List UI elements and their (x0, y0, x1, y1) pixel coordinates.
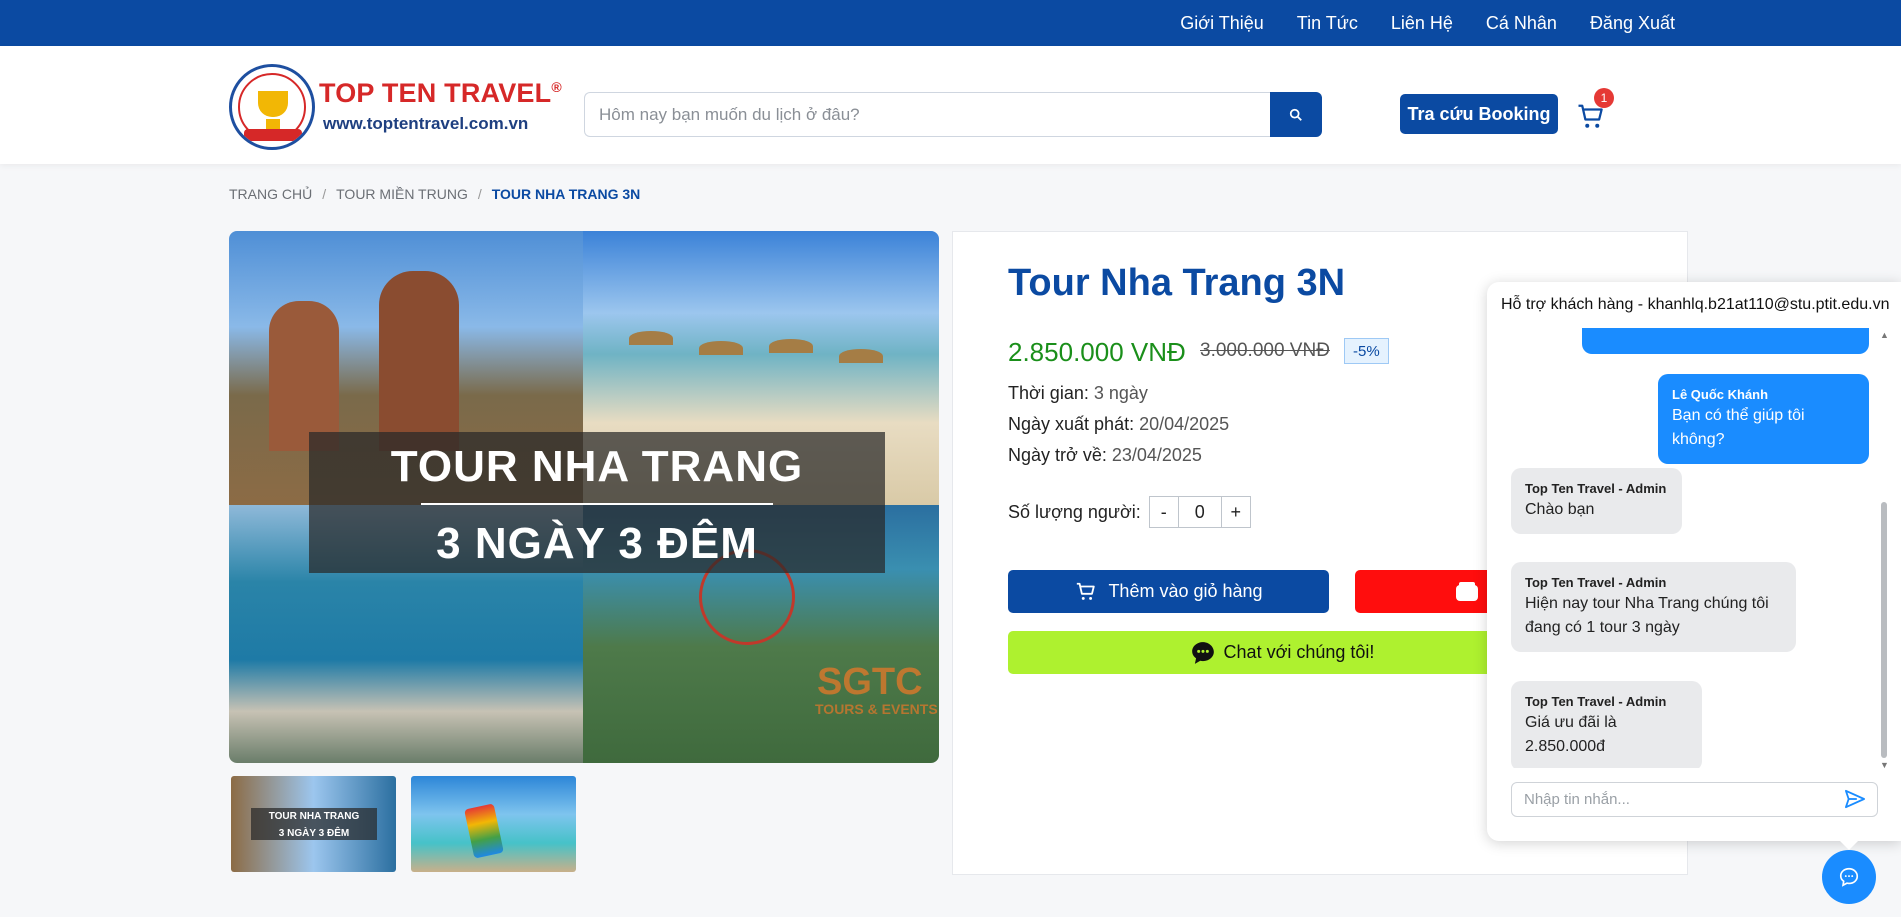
cart-icon (1077, 582, 1096, 600)
banner-subtitle: 3 NGÀY 3 ĐÊM (436, 519, 758, 568)
scroll-up-arrow[interactable]: ▲ (1880, 330, 1889, 340)
search-input[interactable] (584, 92, 1270, 137)
chat-panel-pointer (1840, 841, 1858, 850)
top-nav-links: Giới Thiệu Tin Tức Liên Hệ Cá Nhân Đăng … (1180, 0, 1675, 46)
search-button[interactable] (1270, 92, 1322, 137)
quantity-value[interactable]: 0 (1178, 496, 1221, 528)
quantity-label: Số lượng người: (1008, 501, 1141, 522)
banner-title: TOUR NHA TRANG (390, 442, 804, 491)
chat-scroll-thumb[interactable] (1881, 502, 1887, 758)
chat-toggle-button[interactable] (1822, 850, 1876, 904)
breadcrumb-home[interactable]: Trang chủ (229, 186, 312, 202)
tour-main-image: TOUR NHA TRANG 3 NGÀY 3 ĐÊM SGTC TOURS &… (229, 231, 939, 763)
top-navbar: Giới Thiệu Tin Tức Liên Hệ Cá Nhân Đăng … (0, 0, 1901, 46)
tour-price: 2.850.000 VNĐ (1008, 337, 1186, 367)
watermark-sub: TOURS & EVENTS (815, 701, 938, 717)
search-bar (584, 92, 1322, 137)
end-date-row: Ngày trở về: 23/04/2025 (1008, 445, 1202, 465)
chat-messages[interactable]: Lê Quốc Khánh Bạn có thể giúp tôi không?… (1487, 328, 1901, 768)
watermark-logo: SGTC (817, 661, 923, 703)
send-icon (1844, 789, 1865, 809)
scroll-down-arrow[interactable]: ▼ (1880, 760, 1889, 770)
breadcrumb-current: Tour Nha Trang 3N (491, 186, 641, 202)
gallery-thumbnail-2[interactable] (411, 776, 576, 872)
logo-emblem (229, 64, 315, 150)
breadcrumb: Trang chủ / Tour Miền Trung / Tour Nha T… (229, 186, 640, 202)
logo-url: www.toptentravel.com.vn (323, 114, 529, 133)
chat-message-user: Lê Quốc Khánh Bạn có thể giúp tôi không? (1658, 374, 1869, 464)
quantity-increase-button[interactable]: + (1220, 496, 1251, 528)
chat-message-admin: Top Ten Travel - Admin Giá ưu đãi là 2.8… (1511, 681, 1702, 768)
search-icon (1289, 108, 1302, 121)
nav-contact[interactable]: Liên Hệ (1391, 13, 1453, 34)
discount-badge: -5% (1344, 338, 1389, 364)
booking-lookup-button[interactable]: Tra cứu Booking (1400, 94, 1558, 134)
chat-header: Hỗ trợ khách hàng - khanhlq.b21at110@stu… (1501, 296, 1890, 313)
nav-logout[interactable]: Đăng Xuất (1590, 13, 1675, 34)
tour-old-price: 3.000.000 VNĐ (1200, 340, 1330, 361)
nav-profile[interactable]: Cá Nhân (1486, 13, 1557, 34)
start-date-row: Ngày xuất phát: 20/04/2025 (1008, 414, 1230, 434)
nav-about[interactable]: Giới Thiệu (1180, 13, 1264, 34)
quantity-row: Số lượng người: - 0 + (1008, 496, 1251, 528)
logo-title: TOP TEN TRAVEL® (319, 78, 562, 108)
cart-count-badge: 1 (1594, 88, 1614, 108)
site-logo[interactable]: TOP TEN TRAVEL® www.toptentravel.com.vn (229, 64, 562, 150)
chat-message-previous (1582, 328, 1869, 354)
chat-with-us-button[interactable]: Chat với chúng tôi! (1008, 631, 1556, 674)
duration-row: Thời gian: 3 ngày (1008, 383, 1148, 403)
site-header: TOP TEN TRAVEL® www.toptentravel.com.vn … (0, 46, 1901, 164)
breadcrumb-separator: / (322, 186, 327, 202)
gallery-thumbnail-1[interactable]: TOUR NHA TRANG 3 NGÀY 3 ĐÊM (231, 776, 396, 872)
wallet-icon (1456, 581, 1478, 601)
chat-bubble-icon (1839, 867, 1859, 887)
chat-message-input[interactable] (1511, 782, 1878, 817)
add-to-cart-button[interactable]: Thêm vào giỏ hàng (1008, 570, 1329, 613)
chat-dots-icon (1191, 641, 1214, 664)
send-button[interactable] (1844, 789, 1868, 811)
chat-message-admin: Top Ten Travel - Admin Hiện nay tour Nha… (1511, 562, 1796, 652)
breadcrumb-separator: / (477, 186, 482, 202)
tour-title: Tour Nha Trang 3N (1008, 262, 1346, 304)
nav-news[interactable]: Tin Tức (1297, 13, 1358, 34)
quantity-stepper: - 0 + (1148, 496, 1251, 528)
support-chat-panel: Hỗ trợ khách hàng - khanhlq.b21at110@stu… (1487, 282, 1901, 841)
chat-message-admin: Top Ten Travel - Admin Chào bạn (1511, 468, 1682, 534)
quantity-decrease-button[interactable]: - (1148, 496, 1179, 528)
breadcrumb-category[interactable]: Tour Miền Trung (336, 186, 468, 202)
cart-button[interactable]: 1 (1576, 88, 1614, 132)
